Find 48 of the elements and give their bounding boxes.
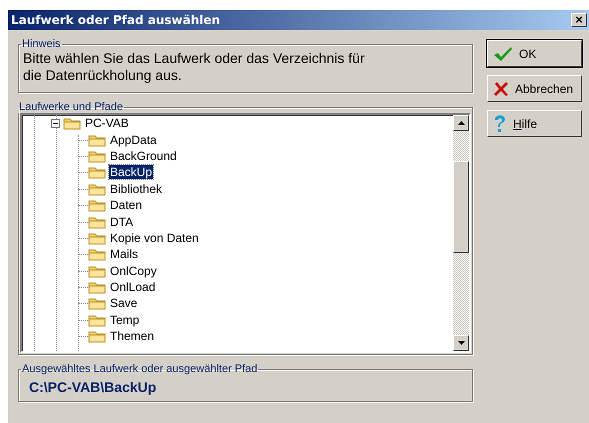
scroll-thumb[interactable]: [453, 161, 469, 253]
vertical-scrollbar[interactable]: [453, 115, 469, 351]
tree-item[interactable]: Daten: [109, 198, 144, 212]
folder-icon: [88, 329, 106, 344]
folder-icon: [88, 132, 106, 147]
folder-icon: [88, 264, 106, 278]
folder-icon: [88, 280, 106, 294]
group-legend: Hinweis: [21, 38, 62, 50]
tree-item[interactable]: OnlCopy: [109, 264, 158, 278]
cross-icon: [493, 80, 509, 96]
tree-item[interactable]: Kopie von Daten: [109, 230, 200, 245]
hint-text: Bitte wählen Sie das Laufwerk oder das Verzeichnis für die Datenrückholung aus.: [23, 50, 366, 84]
scroll-down-button[interactable]: [453, 335, 469, 351]
window-title: Laufwerk oder Pfad auswählen: [11, 13, 220, 27]
folder-icon: [88, 247, 106, 262]
tree-item[interactable]: PC-VAB: [84, 116, 130, 130]
folder-icon: [88, 296, 106, 310]
tree-item[interactable]: Mails: [109, 247, 140, 262]
tree-item[interactable]: OnlLoad: [109, 280, 156, 294]
close-button[interactable]: ×: [571, 13, 587, 27]
group-legend: Ausgewähltes Laufwerk oder ausgewählter Pfad: [21, 363, 258, 375]
folder-icon: [88, 165, 106, 180]
help-button[interactable]: Hilfe: [487, 110, 582, 137]
ok-button[interactable]: OK: [487, 40, 582, 67]
tree-item[interactable]: BackUp: [109, 165, 154, 180]
down-arrow-icon: [458, 341, 464, 345]
collapse-icon[interactable]: [51, 118, 60, 128]
tree-item[interactable]: Temp: [109, 312, 140, 327]
scroll-up-button[interactable]: [453, 115, 469, 131]
question-mark-icon: [493, 114, 507, 132]
folder-icon: [88, 312, 106, 327]
tree-item[interactable]: AppData: [109, 132, 158, 147]
folder-icon: [88, 198, 106, 212]
folder-icon: [88, 148, 106, 163]
checkmark-icon: [493, 46, 513, 62]
selected-path: C:\PC-VAB\BackUp: [28, 378, 158, 397]
tree-item[interactable]: BackGround: [109, 148, 178, 163]
cancel-button[interactable]: Abbrechen: [487, 75, 582, 102]
tree-item[interactable]: Save: [109, 296, 138, 310]
folder-icon: [63, 116, 81, 130]
tree-item[interactable]: DTA: [109, 214, 134, 229]
group-legend: Laufwerke und Pfade: [18, 101, 124, 113]
folder-icon: [88, 230, 106, 245]
up-arrow-icon: [458, 121, 464, 125]
tree-item[interactable]: Themen: [109, 329, 156, 344]
folder-icon: [88, 182, 106, 196]
folder-icon: [88, 214, 106, 229]
tree-item[interactable]: Bibliothek: [109, 182, 164, 196]
